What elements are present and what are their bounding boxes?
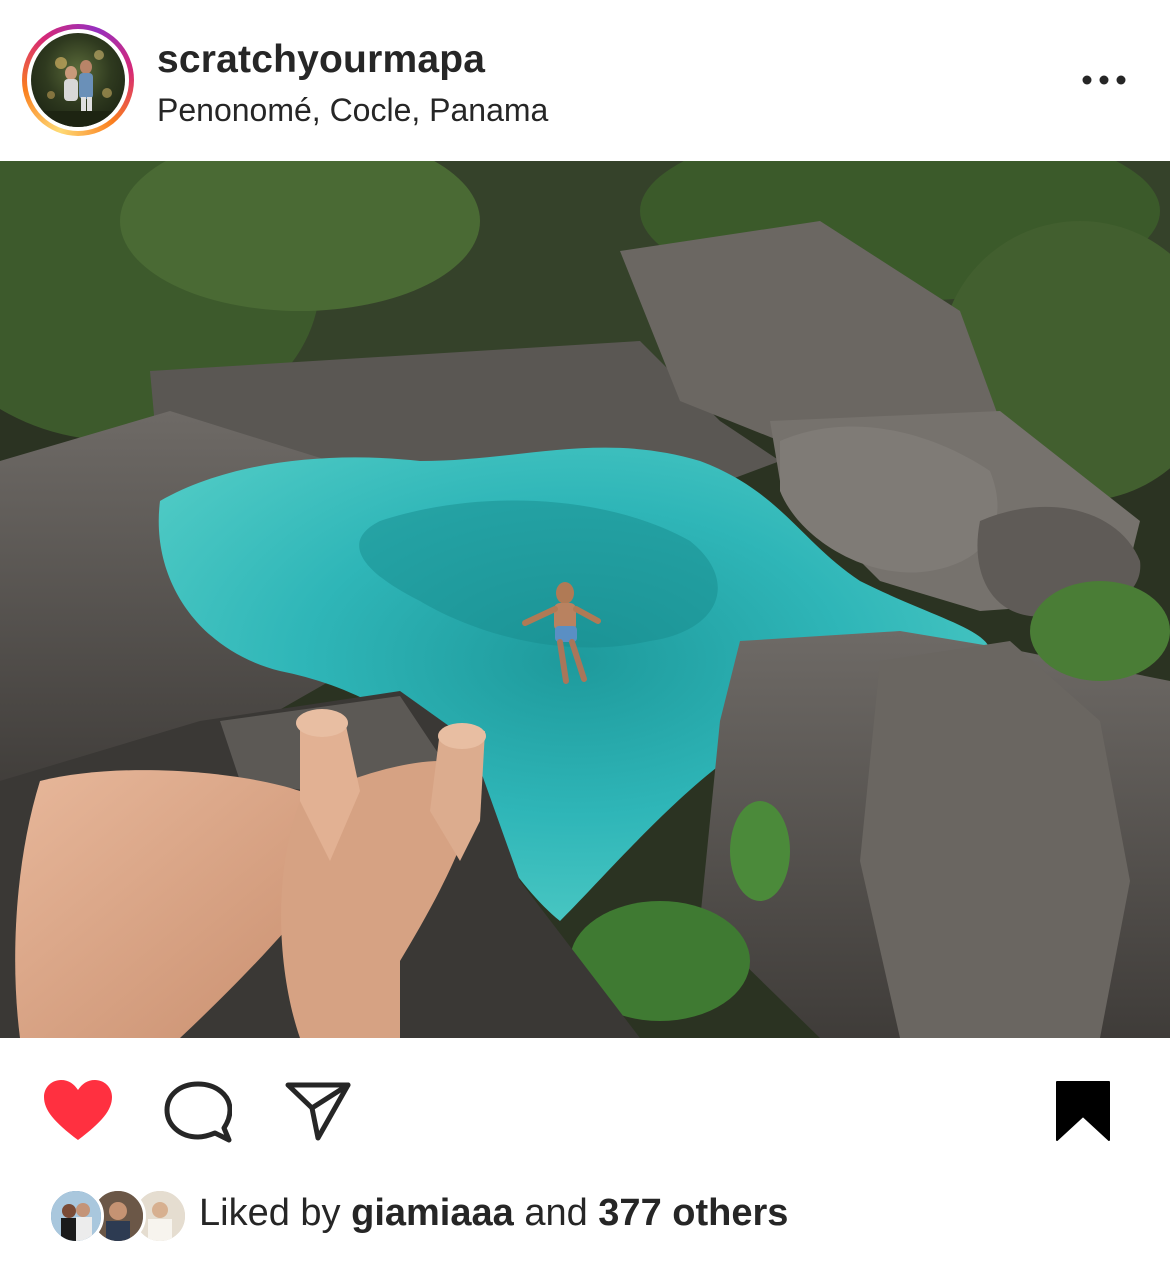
first-liker-link[interactable]: giamiaaa bbox=[351, 1192, 514, 1234]
avatar-photo bbox=[31, 50, 125, 127]
liker-avatars[interactable] bbox=[48, 1188, 188, 1244]
avatar[interactable] bbox=[31, 33, 125, 127]
post-header: scratchyourmapa Penonomé, Cocle, Panama bbox=[0, 0, 1170, 160]
username[interactable]: scratchyourmapa bbox=[157, 38, 485, 82]
liker-photo bbox=[51, 1191, 101, 1241]
likes-connector: and bbox=[524, 1192, 588, 1234]
avatar-border bbox=[27, 29, 129, 131]
share-button[interactable] bbox=[284, 1080, 352, 1147]
likes-summary: Liked by giamiaaa and 377 others bbox=[0, 1180, 1170, 1250]
story-ring[interactable] bbox=[22, 24, 134, 136]
post-actions bbox=[0, 1040, 1170, 1180]
liker-avatar bbox=[48, 1188, 104, 1244]
bookmark-filled-icon bbox=[1056, 1081, 1110, 1141]
likes-text: Liked by giamiaaa and 377 others bbox=[199, 1192, 788, 1235]
comment-icon bbox=[164, 1081, 233, 1143]
location[interactable]: Penonomé, Cocle, Panama bbox=[157, 92, 548, 129]
more-horizontal-icon bbox=[1082, 75, 1126, 85]
photo-illustration bbox=[0, 161, 1170, 1038]
comment-button[interactable] bbox=[164, 1080, 233, 1149]
send-icon bbox=[285, 1082, 351, 1141]
more-options-button[interactable] bbox=[1074, 60, 1134, 100]
others-link[interactable]: 377 others bbox=[598, 1192, 788, 1234]
like-button[interactable] bbox=[42, 1078, 114, 1149]
likes-prefix: Liked by bbox=[199, 1192, 341, 1234]
post-photo[interactable] bbox=[0, 161, 1170, 1038]
heart-filled-icon bbox=[44, 1080, 112, 1140]
save-button[interactable] bbox=[1055, 1080, 1111, 1147]
